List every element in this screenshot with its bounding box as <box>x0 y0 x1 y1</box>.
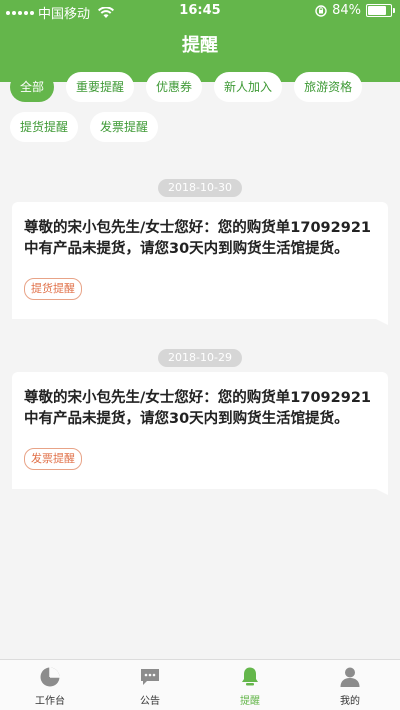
person-icon <box>340 667 360 687</box>
app-header: 中国移动 16:45 84% 提醒 <box>0 0 400 82</box>
message-date: 2018-10-29 <box>0 346 400 367</box>
battery-percent: 84% <box>332 3 361 18</box>
filter-chip-all[interactable]: 全部 <box>10 72 55 102</box>
message-tag: 提货提醒 <box>24 278 82 300</box>
filter-chip-important[interactable]: 重要提醒 <box>66 72 135 102</box>
filter-chip-coupon[interactable]: 优惠券 <box>146 72 203 102</box>
pie-chart-icon <box>40 667 60 687</box>
rotation-lock-icon <box>315 4 327 17</box>
filter-chip-travel[interactable]: 旅游资格 <box>294 72 363 102</box>
tab-label: 工作台 <box>35 696 65 707</box>
filter-chip-invoice[interactable]: 发票提醒 <box>90 112 159 142</box>
filter-chip-pickup[interactable]: 提货提醒 <box>10 112 79 142</box>
filter-chip-new-member[interactable]: 新人加入 <box>214 72 283 102</box>
page-title: 提醒 <box>182 35 218 56</box>
bell-icon <box>242 667 258 686</box>
tab-reminders[interactable]: 提醒 <box>200 660 300 710</box>
status-bar: 中国移动 16:45 84% <box>0 0 400 22</box>
message-card[interactable]: 尊敬的宋小包先生/女士您好：您的购货单17092921中有产品未提货，请您30天… <box>12 202 388 325</box>
tab-workbench[interactable]: 工作台 <box>0 660 100 710</box>
message-card[interactable]: 尊敬的宋小包先生/女士您好：您的购货单17092921中有产品未提货，请您30天… <box>12 372 388 495</box>
tab-label: 公告 <box>140 696 160 707</box>
message-tag: 发票提醒 <box>24 448 82 470</box>
filter-chips: 全部 重要提醒 优惠券 新人加入 旅游资格 提货提醒 发票提醒 <box>10 72 390 142</box>
tab-label: 我的 <box>340 696 360 707</box>
tab-profile[interactable]: 我的 <box>300 660 400 710</box>
tab-label: 提醒 <box>240 696 260 707</box>
message-date: 2018-10-30 <box>0 176 400 197</box>
message-text: 尊敬的宋小包先生/女士您好：您的购货单17092921中有产品未提货，请您30天… <box>24 390 372 427</box>
tab-bar: 工作台 公告 提醒 我的 <box>0 659 400 710</box>
tab-announcements[interactable]: 公告 <box>100 660 200 710</box>
battery-icon <box>366 4 395 17</box>
message-text: 尊敬的宋小包先生/女士您好：您的购货单17092921中有产品未提货，请您30天… <box>24 220 372 257</box>
chat-bubble-icon <box>141 669 159 685</box>
